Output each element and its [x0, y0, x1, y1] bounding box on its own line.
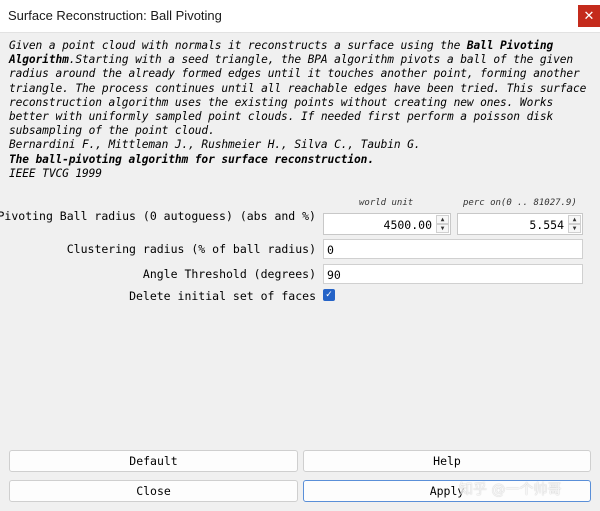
- clustering-radius-label: Clustering radius (% of ball radius): [66, 242, 316, 256]
- percent-range-label: perc on(0 .. 81027.9): [463, 198, 577, 208]
- paper-title: The ball-pivoting algorithm for surface …: [9, 152, 374, 166]
- checkmark-icon: ✓: [325, 290, 333, 300]
- angle-threshold-value: 90: [327, 268, 341, 282]
- stepper-down-icon[interactable]: ▼: [436, 224, 449, 233]
- world-unit-label: world unit: [359, 198, 414, 208]
- close-button-label: Close: [136, 484, 171, 498]
- ball-radius-world-value: 4500.00: [383, 218, 432, 232]
- filter-description: Given a point cloud with normals it reco…: [9, 39, 595, 181]
- ball-radius-world-stepper[interactable]: ▲ ▼: [436, 215, 449, 233]
- description-intro: Given a point cloud with normals it reco…: [9, 39, 467, 52]
- default-button-label: Default: [129, 454, 178, 468]
- delete-faces-checkbox[interactable]: ✓: [323, 289, 335, 301]
- ball-radius-percent-input[interactable]: 5.554 ▲ ▼: [457, 213, 583, 235]
- title-bar: Surface Reconstruction: Ball Pivoting ✕: [0, 0, 600, 33]
- stepper-up-icon[interactable]: ▲: [568, 215, 581, 224]
- close-button[interactable]: Close: [9, 480, 298, 502]
- delete-faces-label: Delete initial set of faces: [129, 289, 316, 303]
- help-button[interactable]: Help: [303, 450, 591, 472]
- stepper-down-icon[interactable]: ▼: [568, 224, 581, 233]
- description-body: .Starting with a seed triangle, the BPA …: [9, 53, 587, 138]
- clustering-radius-value: 0: [327, 243, 334, 257]
- help-button-label: Help: [433, 454, 461, 468]
- paper-venue: IEEE TVCG 1999: [9, 166, 102, 180]
- ball-radius-percent-value: 5.554: [529, 218, 564, 232]
- stepper-up-icon[interactable]: ▲: [436, 215, 449, 224]
- close-icon: ✕: [583, 8, 595, 24]
- window-title: Surface Reconstruction: Ball Pivoting: [8, 8, 222, 23]
- ball-radius-label: Pivoting Ball radius (0 autoguess) (abs …: [0, 209, 316, 223]
- default-button[interactable]: Default: [9, 450, 298, 472]
- clustering-radius-input[interactable]: 0: [323, 239, 583, 259]
- watermark: 知乎 @一个帅哥: [459, 482, 562, 498]
- ball-radius-world-input[interactable]: 4500.00 ▲ ▼: [323, 213, 451, 235]
- angle-threshold-input[interactable]: 90: [323, 264, 583, 284]
- paper-authors: Bernardini F., Mittleman J., Rushmeier H…: [9, 138, 421, 152]
- ball-radius-percent-stepper[interactable]: ▲ ▼: [568, 215, 581, 233]
- angle-threshold-label: Angle Threshold (degrees): [142, 267, 316, 281]
- close-window-button[interactable]: ✕: [578, 5, 600, 27]
